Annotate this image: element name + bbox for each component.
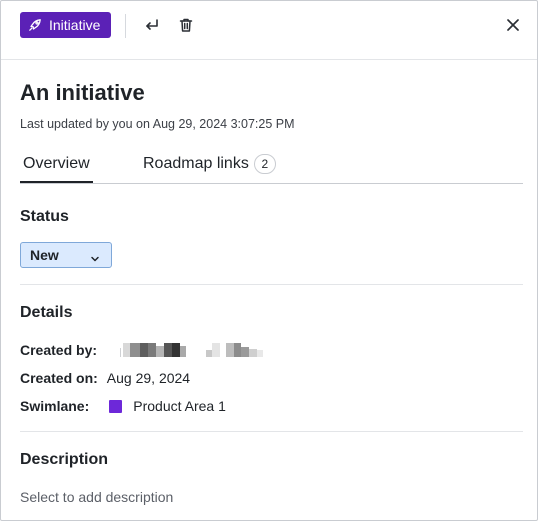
- item-type-badge[interactable]: Initiative: [20, 12, 112, 38]
- tab-overview[interactable]: Overview: [20, 146, 93, 183]
- initiative-detail-panel: Initiative An initiative Last updated by…: [0, 0, 538, 521]
- roadmap-links-count-badge: 2: [253, 154, 276, 174]
- description-heading: Description: [20, 451, 109, 468]
- created-on-value: Aug 29, 2024: [106, 370, 191, 386]
- toolbar-divider: [125, 14, 126, 38]
- tab-roadmap-links[interactable]: Roadmap links 2: [143, 146, 276, 182]
- last-updated-text: Last updated by you on Aug 29, 2024 3:07…: [20, 117, 295, 131]
- close-button[interactable]: [503, 15, 523, 35]
- swimlane-value: Product Area 1: [133, 398, 226, 414]
- created-by-row: Created by:: [20, 341, 97, 359]
- created-by-label: Created by:: [20, 342, 98, 358]
- close-icon: [505, 17, 521, 33]
- redacted-user-avatar: [120, 343, 265, 357]
- description-editor[interactable]: Select to add description: [20, 489, 173, 505]
- section-divider: [20, 284, 523, 285]
- panel-toolbar: Initiative: [1, 1, 537, 60]
- item-type-label: Initiative: [49, 17, 101, 33]
- return-button[interactable]: [142, 15, 162, 35]
- trash-icon: [178, 17, 194, 33]
- tab-bar: Overview Roadmap links 2: [20, 146, 523, 184]
- tab-overview-label: Overview: [23, 154, 90, 172]
- delete-button[interactable]: [176, 15, 196, 35]
- status-select[interactable]: New: [20, 242, 112, 268]
- return-icon: [144, 17, 160, 33]
- rocket-icon: [28, 18, 42, 32]
- item-title[interactable]: An initiative: [20, 79, 523, 107]
- swimlane-color-swatch: [109, 399, 123, 413]
- swimlane-row: Swimlane: Product Area 1: [20, 397, 226, 415]
- created-on-label: Created on:: [20, 370, 98, 386]
- panel-content: An initiative Last updated by you on Aug…: [20, 79, 523, 505]
- section-divider: [20, 431, 523, 432]
- chevron-down-icon: [90, 251, 100, 262]
- details-heading: Details: [20, 304, 73, 321]
- swimlane-value-chip[interactable]: Product Area 1: [109, 398, 226, 414]
- created-on-row: Created on: Aug 29, 2024: [20, 369, 190, 387]
- swimlane-label: Swimlane:: [20, 398, 90, 414]
- status-value: New: [30, 247, 59, 263]
- status-heading: Status: [20, 208, 69, 225]
- tab-roadmap-links-label: Roadmap links: [143, 155, 249, 172]
